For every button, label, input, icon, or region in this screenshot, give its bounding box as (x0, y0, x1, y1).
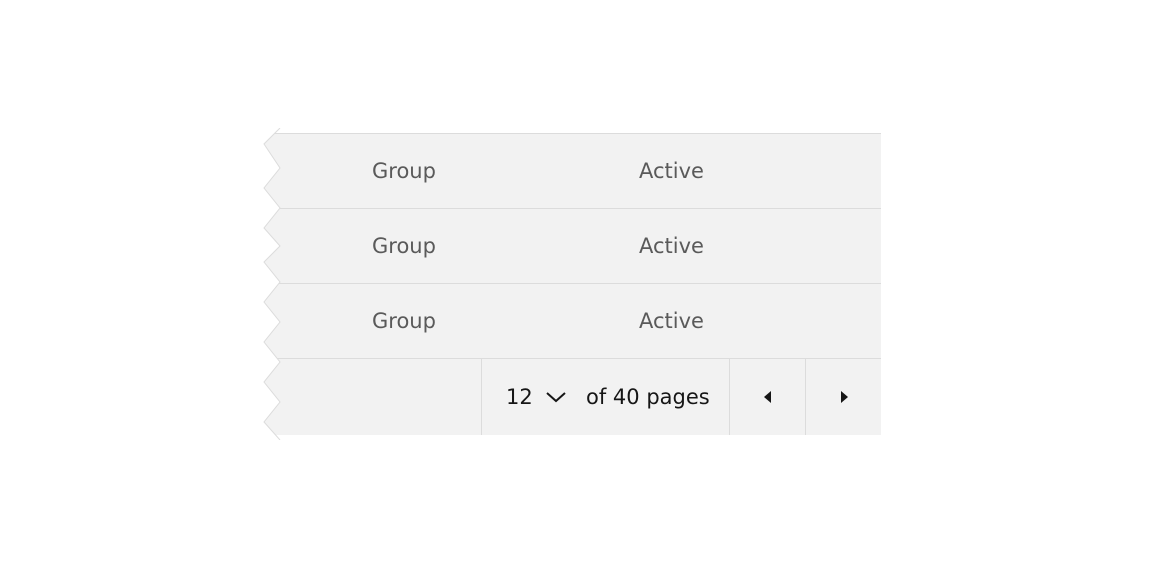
table-row: Group Active (264, 283, 881, 358)
group-cell: Group (372, 234, 436, 258)
status-cell: Active (639, 159, 704, 183)
table-row: Group Active (264, 208, 881, 283)
group-cell: Group (372, 309, 436, 333)
group-cell: Group (372, 159, 436, 183)
next-page-button[interactable] (805, 359, 881, 435)
previous-page-button[interactable] (729, 359, 805, 435)
page-selector-section: 12 of 40 pages (481, 359, 729, 435)
total-pages-label: of 40 pages (586, 385, 710, 409)
pagination-spacer (264, 359, 481, 435)
page: Group Active Group Active Group Active 1… (0, 0, 1152, 567)
torn-edge-decoration (262, 128, 281, 440)
caret-right-icon (840, 391, 848, 403)
caret-left-icon (763, 391, 771, 403)
table-row: Group Active (264, 133, 881, 208)
pagination-bar: 12 of 40 pages (264, 358, 881, 435)
status-cell: Active (639, 234, 704, 258)
page-select-value: 12 (506, 385, 533, 409)
page-select[interactable]: 12 (506, 359, 567, 435)
data-table-fragment: Group Active Group Active Group Active 1… (264, 133, 881, 435)
chevron-down-icon (546, 392, 566, 403)
status-cell: Active (639, 309, 704, 333)
